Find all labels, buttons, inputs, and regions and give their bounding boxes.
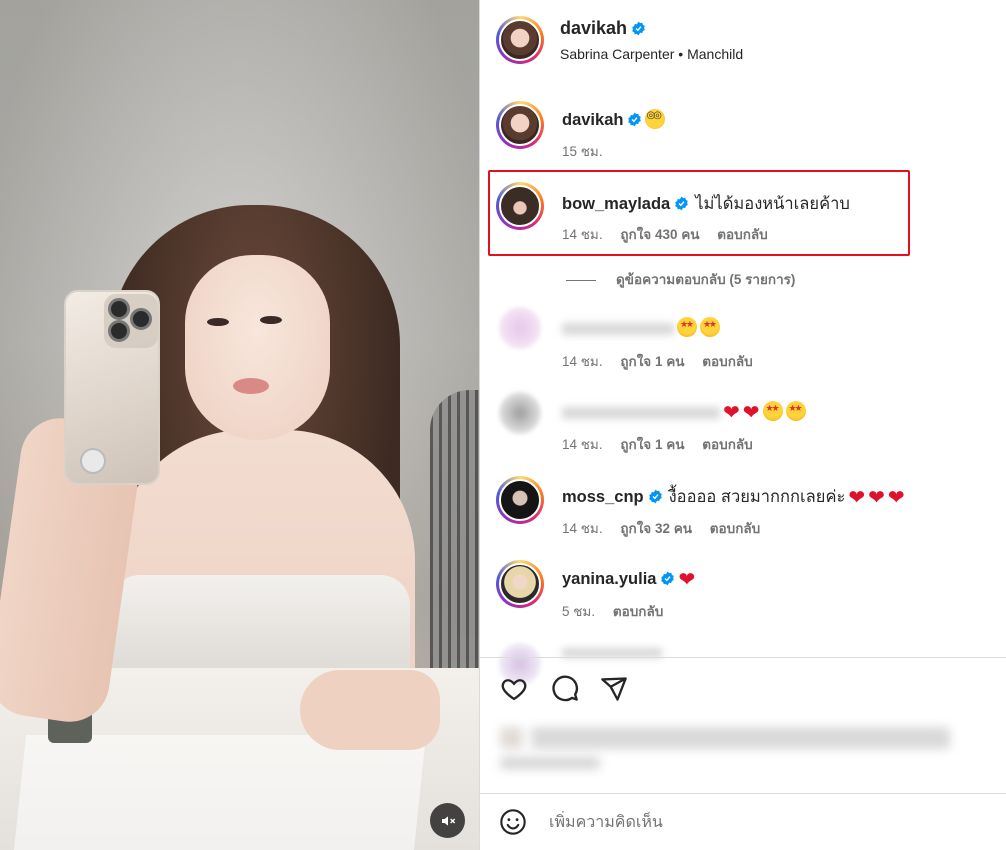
comment-likes[interactable]: ถูกใจ 430 คน [620, 227, 699, 242]
verified-badge-icon [632, 21, 645, 36]
emoji-star-eyes-icon [677, 317, 697, 337]
comment-username[interactable]: moss_cnp งื้ออออ สวยมากกกเลยค่ะ ❤ ❤ ❤ [562, 484, 905, 510]
heart-emoji: ❤ [723, 402, 740, 424]
avatar[interactable] [496, 476, 544, 524]
verified-badge-icon [628, 112, 642, 127]
comment-likes[interactable]: ถูกใจ 32 คน [620, 521, 692, 536]
heart-emoji: ❤ [868, 487, 885, 509]
avatar[interactable] [496, 101, 544, 149]
comment-input[interactable] [549, 811, 969, 835]
heart-emoji: ❤ [887, 487, 905, 509]
verified-badge-icon [675, 196, 688, 211]
heart-emoji: ❤ [848, 487, 866, 509]
comment-time: 14 ชม. [562, 437, 603, 452]
add-comment-bar [479, 793, 1006, 850]
share-icon [601, 677, 627, 701]
mute-button[interactable] [430, 803, 465, 838]
avatar[interactable] [496, 304, 544, 352]
emoji-star-eyes-icon [785, 401, 806, 421]
heart-emoji: ❤ [678, 569, 696, 591]
comment-text: ไม่ได้มองหน้าเลยค้าบ [695, 195, 850, 213]
emoji-icon [500, 809, 526, 835]
reply-button[interactable]: ตอบกลับ [717, 227, 767, 242]
chair-background [430, 390, 479, 690]
like-button[interactable] [498, 673, 530, 705]
comment-username[interactable]: davikah [562, 109, 666, 130]
audio-track[interactable]: Sabrina Carpenter • Manchild [560, 46, 743, 62]
comment-username[interactable]: yanina.yulia ❤ [562, 567, 695, 592]
comment-time: 14 ชม. [562, 521, 603, 536]
mute-icon [441, 815, 455, 826]
view-replies-button[interactable]: ดูข้อความตอบกลับ (5 รายการ) [566, 268, 795, 290]
emoji-star-eyes-icon [762, 401, 783, 421]
author-username[interactable]: davikah [560, 18, 646, 39]
avatar[interactable] [496, 389, 544, 437]
comment-time: 14 ชม. [562, 227, 603, 242]
comment-time: 14 ชม. [562, 354, 603, 369]
comment-username[interactable] [562, 317, 720, 338]
reply-button[interactable]: ตอบกลับ [710, 521, 760, 536]
comment-likes[interactable]: ถูกใจ 1 คน [620, 354, 684, 369]
emoji-button[interactable] [497, 806, 529, 838]
heart-icon [501, 679, 527, 701]
emoji-glasses-icon [645, 109, 666, 129]
share-button[interactable] [598, 673, 630, 705]
comment-username[interactable]: ❤ ❤ [562, 400, 806, 425]
post-date [500, 757, 600, 769]
comment-button[interactable] [549, 673, 581, 705]
liked-by-summary [500, 727, 950, 749]
comment-likes[interactable]: ถูกใจ 1 คน [620, 437, 684, 452]
comment-username[interactable]: bow_maylada ไม่ได้มองหน้าเลยค้าบ [562, 191, 850, 217]
reply-button[interactable]: ตอบกลับ [613, 604, 663, 619]
emoji-star-eyes-icon [700, 317, 720, 337]
heart-emoji: ❤ [742, 402, 760, 424]
author-avatar[interactable] [496, 16, 544, 64]
verified-badge-icon [661, 571, 675, 586]
verified-badge-icon [648, 489, 662, 504]
comment-time: 5 ชม. [562, 604, 596, 619]
avatar[interactable] [496, 182, 544, 230]
comment-time: 15 ชม. [562, 144, 603, 159]
avatar[interactable] [496, 560, 544, 608]
comment-icon [552, 675, 579, 702]
reply-button[interactable]: ตอบกลับ [702, 354, 752, 369]
reply-button[interactable]: ตอบกลับ [702, 437, 752, 452]
comment-text: งื้ออออ สวยมากกกเลยค่ะ [668, 488, 846, 506]
post-media-video[interactable] [0, 0, 479, 850]
